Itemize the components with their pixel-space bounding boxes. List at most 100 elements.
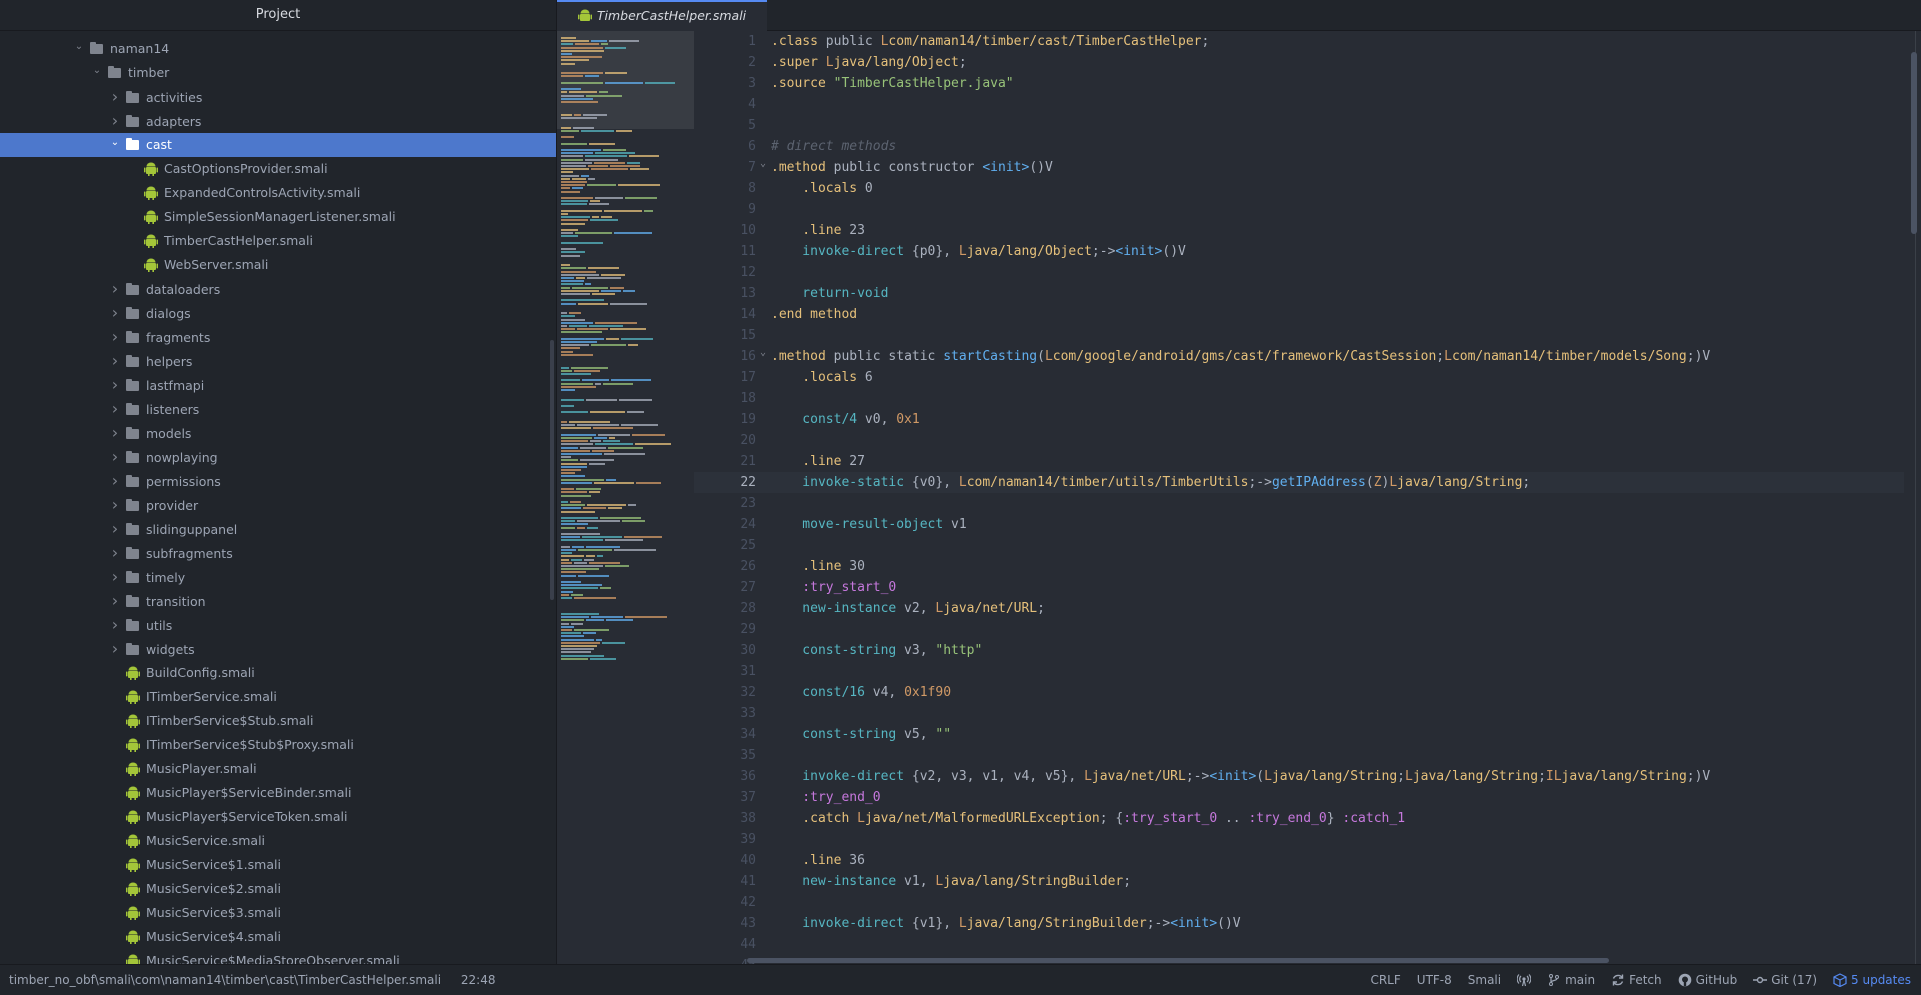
tree-file[interactable]: CastOptionsProvider.smali bbox=[0, 157, 556, 181]
code-line[interactable]: 44 bbox=[694, 934, 1904, 955]
tree-file[interactable]: ITimberService.smali bbox=[0, 685, 556, 709]
tree-folder[interactable]: › provider bbox=[0, 493, 556, 517]
tree-file[interactable]: MusicService$2.smali bbox=[0, 877, 556, 901]
code-line[interactable]: 10 .line 23 bbox=[694, 220, 1904, 241]
code-line[interactable]: 13 return-void bbox=[694, 283, 1904, 304]
tree-file[interactable]: ExpandedControlsActivity.smali bbox=[0, 181, 556, 205]
code-line[interactable]: 12 bbox=[694, 262, 1904, 283]
code-line[interactable]: 41 new-instance v1, Ljava/lang/StringBui… bbox=[694, 871, 1904, 892]
code-line[interactable]: 25 bbox=[694, 535, 1904, 556]
chevron-right-icon[interactable]: › bbox=[108, 445, 122, 469]
code-line[interactable]: 1 .class public Lcom/naman14/timber/cast/… bbox=[694, 31, 1904, 52]
status-updates[interactable]: 5 updates bbox=[1833, 965, 1911, 995]
code-line[interactable]: 2 .super Ljava/lang/Object; bbox=[694, 52, 1904, 73]
status-git[interactable]: Git (17) bbox=[1753, 965, 1817, 995]
status-broadcast[interactable] bbox=[1517, 965, 1532, 995]
tree-file[interactable]: MusicService$4.smali bbox=[0, 925, 556, 949]
tree-folder[interactable]: › widgets bbox=[0, 637, 556, 661]
code-line[interactable]: 32 const/16 v4, 0x1f90 bbox=[694, 682, 1904, 703]
status-grammar[interactable]: Smali bbox=[1468, 965, 1501, 995]
code-line[interactable]: 35 bbox=[694, 745, 1904, 766]
tree-folder[interactable]: › dataloaders bbox=[0, 277, 556, 301]
code-line[interactable]: 28 new-instance v2, Ljava/net/URL; bbox=[694, 598, 1904, 619]
tree-file[interactable]: BuildConfig.smali bbox=[0, 661, 556, 685]
tree-scrollbar[interactable] bbox=[550, 340, 554, 600]
fold-chevron-icon[interactable]: ⌄ bbox=[760, 153, 766, 174]
chevron-right-icon[interactable]: › bbox=[108, 613, 122, 637]
code-line[interactable]: 22 invoke-static {v0}, Lcom/naman14/timb… bbox=[694, 472, 1904, 493]
code-editor[interactable]: 1 .class public Lcom/naman14/timber/cast/… bbox=[694, 31, 1921, 964]
tree-folder[interactable]: › utils bbox=[0, 613, 556, 637]
code-line[interactable]: 15 bbox=[694, 325, 1904, 346]
status-file-path[interactable]: timber_no_obf\smali\com\naman14\timber\c… bbox=[9, 973, 441, 987]
chevron-down-icon[interactable]: ⌄ bbox=[90, 59, 104, 83]
chevron-right-icon[interactable]: › bbox=[108, 397, 122, 421]
status-branch[interactable]: main bbox=[1547, 965, 1595, 995]
chevron-right-icon[interactable]: › bbox=[108, 637, 122, 661]
tree-file[interactable]: MusicPlayer$ServiceBinder.smali bbox=[0, 781, 556, 805]
tree-file[interactable]: SimpleSessionManagerListener.smali bbox=[0, 205, 556, 229]
code-line[interactable]: 24 move-result-object v1 bbox=[694, 514, 1904, 535]
tree-file[interactable]: MusicPlayer$ServiceToken.smali bbox=[0, 805, 556, 829]
chevron-right-icon[interactable]: › bbox=[108, 373, 122, 397]
tree-folder[interactable]: › listeners bbox=[0, 397, 556, 421]
code-line[interactable]: 42 bbox=[694, 892, 1904, 913]
code-line[interactable]: 6 # direct methods bbox=[694, 136, 1904, 157]
chevron-right-icon[interactable]: › bbox=[108, 301, 122, 325]
tree-file[interactable]: MusicService$MediaStoreObserver.smali bbox=[0, 949, 556, 964]
chevron-right-icon[interactable]: › bbox=[108, 325, 122, 349]
code-line[interactable]: 36 invoke-direct {v2, v3, v1, v4, v5}, L… bbox=[694, 766, 1904, 787]
code-line[interactable]: 18 bbox=[694, 388, 1904, 409]
chevron-down-icon[interactable]: ⌄ bbox=[108, 131, 122, 155]
tree-folder[interactable]: › activities bbox=[0, 85, 556, 109]
tree-folder[interactable]: › transition bbox=[0, 589, 556, 613]
status-encoding[interactable]: UTF-8 bbox=[1417, 965, 1452, 995]
tree-folder[interactable]: ⌄ timber bbox=[0, 61, 556, 85]
tree-folder[interactable]: › slidinguppanel bbox=[0, 517, 556, 541]
tree-file[interactable]: WebServer.smali bbox=[0, 253, 556, 277]
code-line[interactable]: 8 .locals 0 bbox=[694, 178, 1904, 199]
tree-file[interactable]: MusicService$1.smali bbox=[0, 853, 556, 877]
code-line[interactable]: 40 .line 36 bbox=[694, 850, 1904, 871]
chevron-right-icon[interactable]: › bbox=[108, 277, 122, 301]
chevron-down-icon[interactable]: ⌄ bbox=[72, 35, 86, 59]
tree-folder[interactable]: › fragments bbox=[0, 325, 556, 349]
tree-file[interactable]: MusicPlayer.smali bbox=[0, 757, 556, 781]
tree-folder[interactable]: ⌄ cast bbox=[0, 133, 556, 157]
tree-file[interactable]: MusicService$3.smali bbox=[0, 901, 556, 925]
code-line[interactable]: 7 ⌄ .method public constructor <init>()V bbox=[694, 157, 1904, 178]
tree-folder[interactable]: › models bbox=[0, 421, 556, 445]
code-line[interactable]: 17 .locals 6 bbox=[694, 367, 1904, 388]
tree-file[interactable]: ITimberService$Stub$Proxy.smali bbox=[0, 733, 556, 757]
tree-file[interactable]: MusicService.smali bbox=[0, 829, 556, 853]
editor-tab[interactable]: TimberCastHelper.smali bbox=[557, 0, 767, 31]
vertical-scrollbar[interactable] bbox=[1911, 52, 1917, 234]
code-line[interactable]: 14 .end method bbox=[694, 304, 1904, 325]
code-line[interactable]: 43 invoke-direct {v1}, Ljava/lang/String… bbox=[694, 913, 1904, 934]
tree-folder[interactable]: › helpers bbox=[0, 349, 556, 373]
code-line[interactable]: 33 bbox=[694, 703, 1904, 724]
code-line[interactable]: 31 bbox=[694, 661, 1904, 682]
code-line[interactable]: 11 invoke-direct {p0}, Ljava/lang/Object… bbox=[694, 241, 1904, 262]
code-line[interactable]: 16 ⌄ .method public static startCasting(Lc… bbox=[694, 346, 1904, 367]
chevron-right-icon[interactable]: › bbox=[108, 541, 122, 565]
code-line[interactable]: 23 bbox=[694, 493, 1904, 514]
chevron-right-icon[interactable]: › bbox=[108, 589, 122, 613]
code-line[interactable]: 30 const-string v3, "http" bbox=[694, 640, 1904, 661]
chevron-right-icon[interactable]: › bbox=[108, 421, 122, 445]
fold-chevron-icon[interactable]: ⌄ bbox=[760, 342, 766, 363]
tree-file[interactable]: TimberCastHelper.smali bbox=[0, 229, 556, 253]
status-github[interactable]: GitHub bbox=[1678, 965, 1737, 995]
chevron-right-icon[interactable]: › bbox=[108, 85, 122, 109]
code-line[interactable]: 37 :try_end_0 bbox=[694, 787, 1904, 808]
code-line[interactable]: 34 const-string v5, "" bbox=[694, 724, 1904, 745]
tree-folder[interactable]: › nowplaying bbox=[0, 445, 556, 469]
code-line[interactable]: 21 .line 27 bbox=[694, 451, 1904, 472]
code-line[interactable]: 38 .catch Ljava/net/MalformedURLExceptio… bbox=[694, 808, 1904, 829]
code-line[interactable]: 39 bbox=[694, 829, 1904, 850]
chevron-right-icon[interactable]: › bbox=[108, 469, 122, 493]
minimap[interactable] bbox=[557, 31, 694, 964]
code-line[interactable]: 26 .line 30 bbox=[694, 556, 1904, 577]
code-line[interactable]: 27 :try_start_0 bbox=[694, 577, 1904, 598]
chevron-right-icon[interactable]: › bbox=[108, 109, 122, 133]
